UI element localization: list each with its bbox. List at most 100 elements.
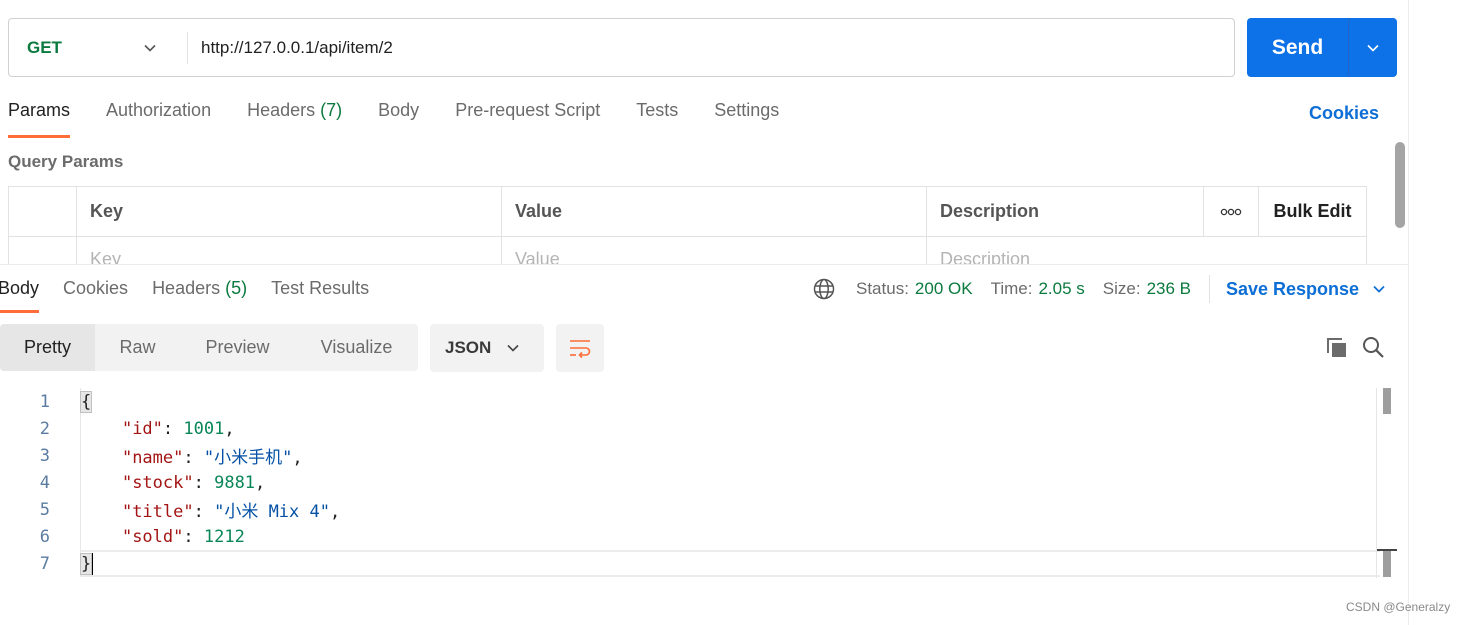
json-comma: , [329, 502, 341, 522]
description-column-header: Description [927, 187, 1204, 236]
globe-icon[interactable] [812, 277, 836, 301]
chevron-down-icon [507, 344, 519, 352]
meta-divider [1209, 275, 1210, 303]
tab-response-headers[interactable]: Headers (5) [152, 278, 247, 313]
json-comma: , [255, 472, 266, 493]
text-caret [91, 552, 94, 575]
search-icon[interactable] [1361, 335, 1385, 359]
tab-tests[interactable]: Tests [636, 100, 678, 138]
close-brace: } [79, 552, 93, 575]
json-value: 9881 [214, 472, 256, 493]
tab-settings[interactable]: Settings [714, 100, 779, 138]
bulk-edit-button[interactable]: Bulk Edit [1259, 187, 1366, 236]
response-headers-count: (5) [225, 278, 248, 298]
tab-response-cookies[interactable]: Cookies [63, 278, 128, 313]
json-key: "title" [121, 502, 194, 522]
size-label: Size: [1102, 279, 1141, 298]
code-line: 4 "stock": 9881, [0, 469, 1380, 496]
tab-body[interactable]: Body [378, 100, 419, 138]
current-line-highlight [81, 550, 1380, 577]
code-text: } [79, 552, 94, 575]
url-divider [187, 31, 188, 64]
code-line: 1 { [0, 388, 1380, 415]
size-value[interactable]: 236 B [1147, 279, 1191, 299]
method-select[interactable]: GET [9, 19, 187, 76]
save-response-label: Save Response [1226, 278, 1360, 299]
key-input[interactable]: Key [77, 237, 502, 264]
format-label: JSON [445, 338, 492, 357]
save-response-button[interactable]: Save Response [1226, 279, 1387, 300]
table-row: Key Value Description [9, 237, 1366, 264]
value-column-header: Value [502, 187, 927, 236]
json-value: "小米 Mix 4" [214, 502, 330, 522]
time-value[interactable]: 2.05 s [1038, 279, 1084, 299]
code-line: 2 "id": 1001, [0, 415, 1380, 442]
line-number: 7 [39, 553, 50, 574]
line-number: 1 [39, 391, 50, 412]
query-params-title: Query Params [8, 152, 124, 171]
tab-pre-request-script[interactable]: Pre-request Script [455, 100, 600, 138]
checkbox-column-header [9, 187, 77, 236]
more-options-button[interactable] [1204, 187, 1259, 236]
time-label: Time: [990, 279, 1033, 298]
status-label: Status: [856, 279, 909, 298]
table-header-row: Key Value Description Bulk Edit [9, 187, 1366, 237]
headers-count: (7) [320, 100, 343, 120]
description-input[interactable]: Description [927, 237, 1204, 264]
url-input[interactable] [201, 37, 1201, 58]
more-horizontal-icon [1220, 208, 1242, 215]
value-input[interactable]: Value [502, 237, 927, 264]
scrollbar-marker [1383, 551, 1391, 577]
response-tabs: Body Cookies Headers (5) Test Results [0, 278, 393, 313]
tab-params[interactable]: Params [8, 100, 71, 138]
format-select[interactable]: JSON [430, 324, 544, 372]
line-number: 6 [39, 526, 50, 547]
chevron-down-icon [144, 44, 156, 52]
wrap-lines-icon [570, 340, 591, 359]
cookies-link[interactable]: Cookies [1309, 103, 1379, 124]
status-value[interactable]: 200 OK [915, 279, 973, 299]
chevron-down-icon [1373, 285, 1385, 293]
json-value: "小米手机" [203, 448, 293, 468]
code-text: { [79, 390, 93, 413]
tab-authorization[interactable]: Authorization [106, 100, 211, 138]
send-divider [1348, 18, 1349, 77]
request-scrollbar[interactable] [1395, 142, 1405, 228]
view-visualize-button[interactable]: Visualize [295, 324, 418, 371]
view-mode-toggle: Pretty Raw Preview Visualize [0, 324, 418, 371]
code-line: 5 "title": "小米 Mix 4", [0, 496, 1380, 523]
chevron-down-icon [1367, 44, 1379, 52]
line-number: 2 [39, 418, 50, 439]
watermark: CSDN @Generalzy [1346, 600, 1451, 614]
code-line: 7 } [0, 550, 1380, 577]
key-column-header: Key [77, 187, 502, 236]
wrap-lines-button[interactable] [556, 324, 604, 372]
code-text: "title": "小米 Mix 4", [121, 502, 341, 522]
json-value: 1001 [183, 418, 225, 439]
code-text: "name": "小米手机", [121, 448, 303, 468]
json-key: "name" [121, 448, 184, 468]
send-button-group: Send [1247, 18, 1397, 77]
editor-scrollbar[interactable] [1376, 388, 1397, 578]
send-options-button[interactable] [1349, 18, 1397, 77]
response-panel: Body Cookies Headers (5) Test Results St… [0, 264, 1408, 625]
line-number: 4 [39, 472, 50, 493]
copy-icon[interactable] [1325, 336, 1349, 360]
tab-headers[interactable]: Headers (7) [247, 100, 342, 138]
query-params-table: Key Value Description Bulk Edit Key Valu… [8, 186, 1367, 264]
line-number: 3 [39, 445, 50, 466]
open-brace: { [79, 390, 93, 413]
view-raw-button[interactable]: Raw [95, 324, 180, 371]
send-button[interactable]: Send [1247, 18, 1348, 77]
tab-response-body[interactable]: Body [0, 278, 40, 313]
view-preview-button[interactable]: Preview [180, 324, 295, 371]
json-comma: , [292, 448, 303, 468]
response-body-editor[interactable]: 1 { 2 "id": 1001, 3 "name": "小米手机", 4 "s… [0, 388, 1380, 577]
request-tabs: Params Authorization Headers (7) Body Pr… [8, 100, 815, 138]
tab-test-results[interactable]: Test Results [271, 278, 369, 313]
code-text: "id": 1001, [121, 418, 235, 439]
view-pretty-button[interactable]: Pretty [0, 324, 95, 371]
json-key: "id" [121, 418, 163, 439]
request-url-bar: GET [8, 18, 1235, 77]
method-label: GET [27, 37, 62, 57]
